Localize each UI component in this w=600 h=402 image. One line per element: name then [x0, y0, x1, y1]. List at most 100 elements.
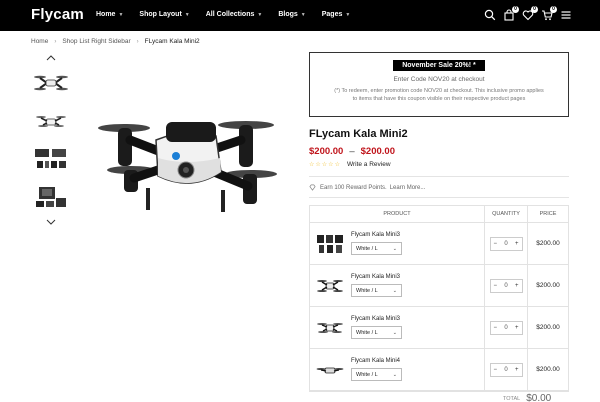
plus-button[interactable]: + — [515, 325, 519, 331]
chevron-down-icon: ⌄ — [392, 287, 397, 294]
star-icon: ☆ — [309, 162, 315, 168]
total-row: TOTAL $0.00 — [503, 393, 551, 402]
chevron-down-icon: ▼ — [345, 11, 351, 18]
product-title: FLycam Kala Mini2 — [309, 128, 408, 140]
thumbnail-2[interactable] — [31, 102, 71, 140]
reward-text: Earn 100 Reward Points. — [320, 184, 387, 191]
thumbnail-4[interactable] — [31, 178, 71, 216]
table-row: Flycam Kala Mini4 White / L ⌄ −0 + $200.00 — [310, 349, 568, 391]
minus-button[interactable]: − — [494, 367, 498, 373]
drone-image — [98, 121, 277, 212]
drone-icon — [36, 116, 66, 127]
nav-item-all-collections[interactable]: All Collections ▼ — [206, 11, 263, 18]
quantity-value[interactable]: 0 — [504, 325, 507, 331]
drone-package-icon — [36, 187, 66, 207]
variant-value: White / L — [356, 245, 378, 252]
nav-label: Blogs — [278, 11, 298, 18]
price-range: $200.00 – $200.00 — [309, 146, 395, 157]
variant-select[interactable]: White / L ⌄ — [351, 368, 402, 381]
nav-item-blogs[interactable]: Blogs ▼ — [278, 11, 305, 18]
row-price: $200.00 — [536, 282, 560, 289]
header-price: PRICE — [539, 211, 557, 217]
header-icons: 0 0 0 — [477, 6, 572, 21]
write-review-link[interactable]: Write a Review — [347, 161, 391, 168]
thumbnail-1[interactable] — [31, 64, 71, 102]
chevron-up-icon — [46, 55, 56, 61]
promo-code-text: Enter Code NOV20 at checkout — [393, 76, 485, 83]
nav-label: Pages — [321, 11, 343, 18]
minus-button[interactable]: − — [494, 283, 498, 289]
price-separator: – — [349, 146, 355, 157]
plus-button[interactable]: + — [515, 241, 519, 247]
row-product-name: Flycam Kala Mini4 — [351, 358, 401, 364]
row-price: $200.00 — [536, 324, 560, 331]
site-logo[interactable]: Flycam — [31, 6, 84, 23]
total-label: TOTAL — [503, 395, 521, 402]
chevron-down-icon: ▼ — [118, 11, 124, 18]
search-icon[interactable] — [484, 9, 496, 21]
drone-kit-icon — [317, 234, 343, 253]
quantity-stepper[interactable]: −0 + — [489, 278, 523, 293]
row-product-name: Flycam Kala Mini3 — [351, 316, 401, 322]
table-row: Flycam Kala Mini3 White / L ⌄ −0 + $200.00 — [310, 307, 568, 349]
star-icon: ☆ — [334, 162, 340, 168]
reward-points: Earn 100 Reward Points. Learn More... — [309, 184, 425, 191]
breadcrumb-shop-list[interactable]: Shop List Right Sidebar — [62, 38, 130, 45]
learn-more-link[interactable]: Learn More... — [390, 185, 426, 191]
drone-icon — [317, 322, 343, 333]
plus-button[interactable]: + — [515, 367, 519, 373]
star-icon: ☆ — [321, 162, 328, 168]
star-icon: ☆ — [315, 162, 321, 168]
quantity-stepper[interactable]: −0 + — [489, 236, 523, 251]
variant-select[interactable]: White / L ⌄ — [351, 242, 402, 255]
drone-icon — [317, 279, 343, 292]
promo-title: November Sale 20%! * — [393, 60, 485, 71]
header-product: PRODUCT — [310, 206, 485, 222]
thumb-next-button[interactable] — [31, 216, 71, 228]
site-header: Flycam Home ▼ Shop Layout ▼ All Collection… — [0, 0, 600, 31]
total-value: $0.00 — [526, 393, 552, 402]
table-row: Flycam Kala Mini3 White / L ⌄ −0 + $200.00 — [310, 223, 568, 265]
chevron-right-icon: › — [54, 38, 57, 45]
thumb-prev-button[interactable] — [31, 52, 71, 64]
nav-item-pages[interactable]: Pages ▼ — [322, 11, 351, 18]
promo-box: November Sale 20%! * Enter Code NOV20 at… — [309, 52, 569, 117]
chevron-down-icon: ▼ — [257, 11, 263, 18]
promo-note: (*) To redeem, enter promotion code NOV2… — [334, 88, 544, 102]
table-row: Flycam Kala Mini3 White / L ⌄ −0 + $200.00 — [310, 265, 568, 307]
nav-item-home[interactable]: Home ▼ — [96, 11, 123, 18]
breadcrumb: Home › Shop List Right Sidebar › FLycam … — [31, 38, 200, 45]
menu-icon[interactable] — [560, 9, 572, 21]
drone-icon — [316, 367, 344, 373]
thumbnail-3[interactable] — [31, 140, 71, 178]
product-main-image[interactable] — [86, 100, 286, 220]
plus-button[interactable]: + — [515, 283, 519, 289]
cart-icon[interactable]: 0 — [541, 6, 557, 21]
chevron-down-icon: ⌄ — [392, 245, 397, 252]
minus-button[interactable]: − — [494, 241, 498, 247]
quantity-stepper[interactable]: −0 + — [489, 362, 523, 377]
variant-select[interactable]: White / L ⌄ — [351, 326, 402, 339]
quantity-value[interactable]: 0 — [504, 367, 507, 373]
chevron-down-icon: ⌄ — [392, 371, 397, 378]
bag-icon[interactable]: 0 — [503, 6, 519, 21]
nav-item-shop-layout[interactable]: Shop Layout ▼ — [139, 11, 189, 18]
breadcrumb-home[interactable]: Home — [31, 38, 48, 45]
nav-label: Home — [96, 11, 116, 18]
star-icon: ☆ — [328, 162, 334, 168]
quantity-value[interactable]: 0 — [504, 241, 507, 247]
minus-button[interactable]: − — [494, 325, 498, 331]
variant-select[interactable]: White / L ⌄ — [351, 284, 402, 297]
thumbnail-gallery — [31, 52, 71, 228]
drone-icon — [34, 75, 68, 91]
row-product-name: Flycam Kala Mini3 — [351, 274, 401, 280]
rating-row: ☆ ☆ ☆ ☆ ☆ Write a Review — [309, 161, 391, 168]
row-price: $200.00 — [536, 240, 560, 247]
nav-label: All Collections — [205, 11, 255, 18]
price-from: $200.00 — [309, 146, 344, 157]
quantity-stepper[interactable]: −0 + — [489, 320, 523, 335]
heart-icon[interactable]: 0 — [522, 6, 538, 21]
quantity-value[interactable]: 0 — [504, 283, 507, 289]
drone-kit-icon — [35, 149, 66, 168]
divider — [309, 176, 569, 177]
